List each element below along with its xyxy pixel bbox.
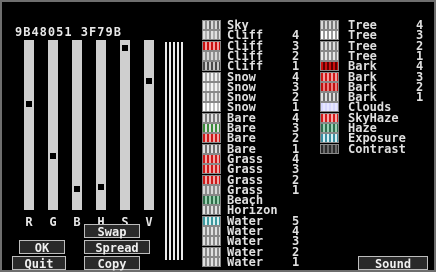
slider-knob[interactable] (146, 78, 152, 84)
palette-label[interactable]: Contrast (348, 143, 406, 155)
palette-swatch[interactable] (202, 92, 221, 103)
palette-swatch[interactable] (202, 174, 221, 185)
palette-swatch[interactable] (320, 50, 339, 61)
slider-track-v[interactable] (144, 40, 154, 210)
palette-label[interactable]: Water (227, 256, 263, 268)
palette-swatch[interactable] (320, 30, 339, 41)
slider-knob[interactable] (98, 184, 104, 190)
palette-index: 1 (292, 254, 300, 269)
palette-swatch[interactable] (202, 153, 221, 164)
spread-button[interactable]: Spread (84, 240, 150, 255)
slider-track-r[interactable] (24, 40, 34, 210)
palette-swatch[interactable] (202, 133, 221, 144)
palette-swatch[interactable] (202, 164, 221, 175)
slider-knob[interactable] (74, 186, 80, 192)
range-strip (165, 42, 167, 260)
palette-swatch[interactable] (202, 236, 221, 247)
palette-index: 1 (416, 90, 424, 105)
palette-swatch[interactable] (202, 143, 221, 154)
swap-button[interactable]: Swap (84, 224, 140, 239)
palette-index: 1 (292, 182, 300, 197)
slider-knob[interactable] (122, 45, 128, 51)
palette-swatch[interactable] (320, 102, 339, 113)
hex-readout: 9B48051 3F79B (15, 25, 122, 39)
slider-label: R (25, 215, 33, 229)
palette-swatch[interactable] (202, 184, 221, 195)
palette-swatch[interactable] (202, 102, 221, 113)
palette-swatch[interactable] (320, 81, 339, 92)
palette-editor-window: 9B48051 3F79B RGBHSV Swap OK Spread Quit… (0, 0, 436, 272)
quit-button[interactable]: Quit (12, 256, 66, 271)
ok-button[interactable]: OK (19, 240, 65, 255)
slider-track-h[interactable] (96, 40, 106, 210)
palette-swatch[interactable] (320, 112, 339, 123)
palette-swatch[interactable] (202, 20, 221, 30)
slider-knob[interactable] (50, 153, 56, 159)
palette-swatch[interactable] (202, 226, 221, 236)
palette-swatch[interactable] (202, 215, 221, 226)
palette-swatch[interactable] (320, 143, 339, 154)
palette-swatch[interactable] (202, 256, 221, 267)
palette-swatch[interactable] (320, 92, 339, 103)
range-strip (177, 42, 179, 260)
palette-swatch[interactable] (202, 30, 221, 41)
palette-swatch[interactable] (202, 205, 221, 216)
slider-track-b[interactable] (72, 40, 82, 210)
slider-label: G (49, 215, 57, 229)
palette-swatch[interactable] (202, 61, 221, 72)
palette-swatch[interactable] (320, 61, 339, 72)
palette-swatch[interactable] (202, 195, 221, 206)
slider-label: B (73, 215, 81, 229)
palette-swatch[interactable] (202, 246, 221, 257)
slider-track-s[interactable] (120, 40, 130, 210)
palette-swatch[interactable] (320, 133, 339, 144)
palette-swatch[interactable] (202, 123, 221, 133)
palette-swatch[interactable] (320, 71, 339, 82)
slider-track-g[interactable] (48, 40, 58, 210)
slider-label: V (145, 215, 153, 229)
slider-knob[interactable] (26, 101, 32, 107)
sound-button[interactable]: Sound (358, 256, 428, 271)
palette-swatch[interactable] (320, 40, 339, 51)
palette-swatch[interactable] (202, 71, 221, 82)
palette-swatch[interactable] (202, 40, 221, 51)
copy-button[interactable]: Copy (84, 256, 140, 271)
palette-swatch[interactable] (320, 20, 339, 30)
palette-swatch[interactable] (202, 112, 221, 123)
palette-swatch[interactable] (202, 50, 221, 61)
palette-swatch[interactable] (202, 81, 221, 92)
range-strip (181, 42, 183, 260)
range-strip (173, 42, 175, 260)
palette-swatch[interactable] (320, 123, 339, 133)
range-strip (169, 42, 171, 260)
